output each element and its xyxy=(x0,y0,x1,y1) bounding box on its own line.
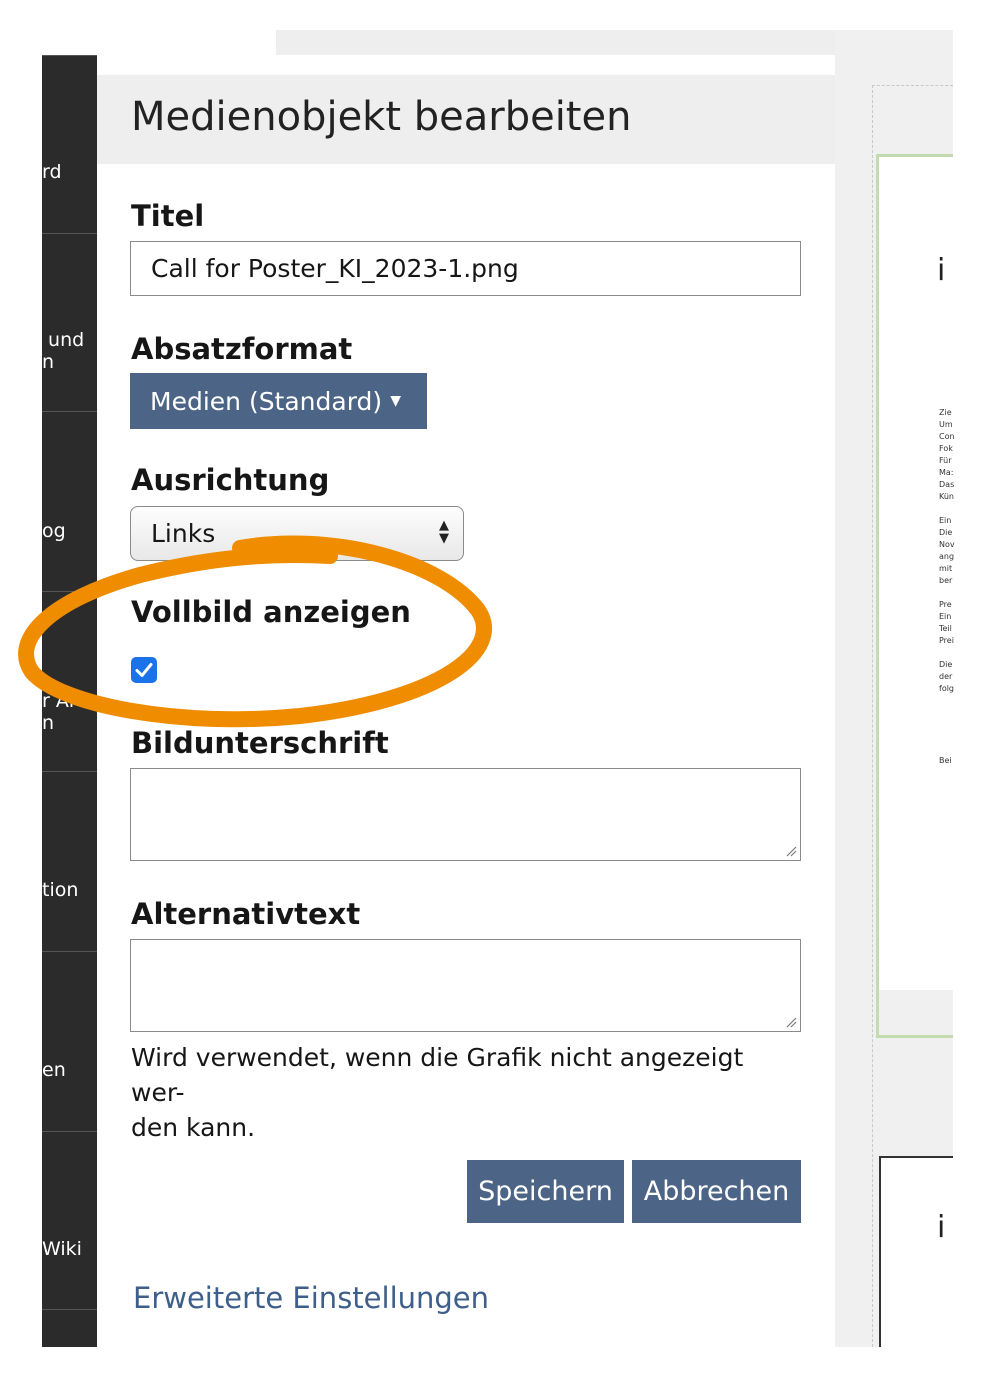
nav-item-label: r Ar n xyxy=(42,690,77,734)
cancel-button[interactable]: Abbrechen xyxy=(632,1160,801,1223)
advanced-settings-link[interactable]: Erweiterte Einstellungen xyxy=(133,1281,489,1315)
nav-item-4[interactable]: r Ar n xyxy=(42,591,97,772)
nav-item-label: en xyxy=(42,1059,66,1081)
nav-item-wiki[interactable]: Wiki xyxy=(42,1131,97,1310)
nav-item-5[interactable]: tion xyxy=(42,771,97,952)
nav-item-2[interactable]: und n xyxy=(42,233,97,412)
alignment-value: Links xyxy=(151,519,216,548)
nav-item-3[interactable]: og xyxy=(42,411,97,592)
paragraph-format-label: Absatzformat xyxy=(131,332,353,366)
preview-text: Zie Um Con Fok Für Ma: Das Kün Ein Die N… xyxy=(939,408,955,765)
paragraph-format-value: Medien (Standard) xyxy=(150,386,383,416)
left-navigation: rd und n og r Ar n tion en Wiki xyxy=(42,55,97,1347)
nav-item-label: rd xyxy=(42,161,62,183)
fullscreen-label: Vollbild anzeigen xyxy=(131,595,411,629)
select-arrows-icon: ▲ ▼ xyxy=(439,518,449,546)
dialog-title: Medienobjekt bearbeiten xyxy=(131,94,632,140)
paragraph-format-dropdown[interactable]: Medien (Standard) ▼ xyxy=(130,373,427,429)
nav-item-8[interactable] xyxy=(42,1309,97,1347)
fullscreen-checkbox[interactable] xyxy=(131,657,157,683)
nav-item-label: tion xyxy=(42,879,79,901)
caret-down-icon: ▼ xyxy=(390,393,401,409)
preview-gap xyxy=(879,990,953,1035)
preview-logo: i xyxy=(937,253,946,288)
title-input[interactable] xyxy=(130,241,801,296)
preview-logo: i xyxy=(937,1210,946,1245)
caption-label: Bildunterschrift xyxy=(131,726,389,760)
alignment-label: Ausrichtung xyxy=(131,463,330,497)
alt-text-textarea[interactable] xyxy=(130,939,801,1032)
alt-text-label: Alternativtext xyxy=(131,897,361,931)
caption-textarea[interactable] xyxy=(130,768,801,861)
preview-page-next[interactable]: i xyxy=(879,1156,953,1347)
nav-item-6[interactable]: en xyxy=(42,951,97,1132)
resize-grip-icon[interactable] xyxy=(785,1016,797,1028)
checkmark-icon xyxy=(135,663,153,677)
nav-item-dashboard[interactable]: rd xyxy=(42,55,97,234)
title-label: Titel xyxy=(131,199,205,233)
resize-grip-icon[interactable] xyxy=(785,845,797,857)
preview-page-selected[interactable]: i Zie Um Con Fok Für Ma: Das Kün Ein Die… xyxy=(876,154,955,1038)
nav-item-label: Wiki xyxy=(42,1238,82,1260)
top-bar xyxy=(276,30,835,55)
nav-item-label: og xyxy=(42,520,66,542)
alignment-select[interactable]: Links ▲ ▼ xyxy=(130,506,464,561)
save-button[interactable]: Speichern xyxy=(467,1160,624,1223)
nav-item-label: und n xyxy=(42,329,85,373)
alt-text-hint: Wird verwendet, wenn die Grafik nicht an… xyxy=(131,1043,744,1142)
